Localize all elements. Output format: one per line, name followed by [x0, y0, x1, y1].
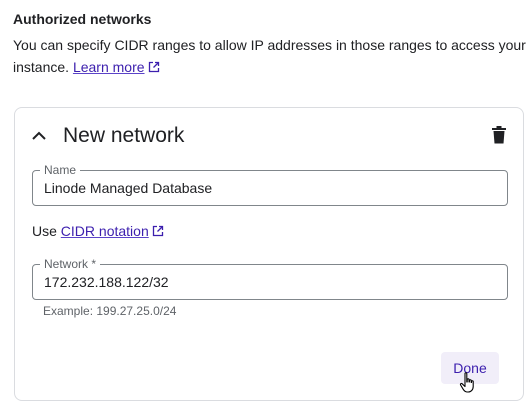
network-hint: Example: 199.27.25.0/24 [43, 304, 177, 318]
done-button[interactable]: Done [441, 352, 499, 384]
cidr-prefix: Use [32, 223, 57, 239]
authorized-networks-title: Authorized networks [13, 11, 152, 27]
cidr-link-label: CIDR notation [60, 223, 149, 239]
trash-icon[interactable] [491, 126, 507, 144]
cidr-notation-line: Use CIDR notation [32, 223, 164, 240]
chevron-up-icon[interactable] [29, 126, 49, 146]
new-network-card: New network Name Use CIDR notation Netwo… [14, 107, 524, 401]
learn-more-link[interactable]: Learn more [73, 59, 145, 75]
open-in-new-icon [148, 57, 160, 79]
name-field[interactable]: Name [32, 163, 508, 206]
learn-more-label: Learn more [72, 59, 145, 75]
card-header: New network [29, 122, 184, 150]
open-in-new-icon [152, 224, 164, 240]
network-field[interactable]: Network * [32, 257, 508, 300]
cidr-notation-link[interactable]: CIDR notation [61, 223, 149, 239]
network-input[interactable] [44, 265, 499, 299]
name-input[interactable] [44, 171, 499, 205]
section-description: You can specify CIDR ranges to allow IP … [13, 34, 528, 79]
card-title: New network [63, 124, 185, 147]
